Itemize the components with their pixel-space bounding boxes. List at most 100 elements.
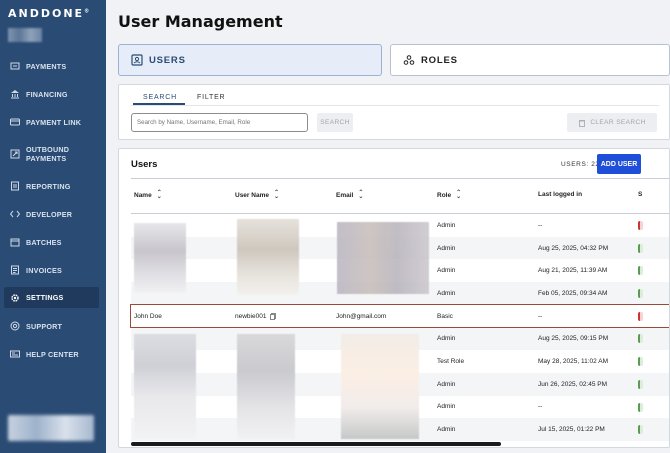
divider (131, 105, 659, 106)
sidebar-nav: PAYMENTS FINANCING PAYMENT LINK OUTBOUND… (0, 52, 106, 368)
last-logged-cell: Jun 26, 2025, 02:45 PM (538, 380, 608, 388)
redacted-usernames-top (237, 219, 299, 295)
role-cell: Admin (437, 380, 456, 388)
status-badge (638, 425, 643, 435)
sidebar-item-outbound-payments[interactable]: OUTBOUND PAYMENTS (0, 136, 106, 172)
tab-filter[interactable]: FILTER (197, 94, 225, 101)
sidebar-item-payments[interactable]: PAYMENTS (0, 52, 106, 80)
users-panel: Users USERS: 22 ADD USER Name ⌃ ⌄ User Nam… (118, 148, 670, 448)
sidebar-item-batches[interactable]: BATCHES (0, 228, 106, 256)
redacted-emails-top (337, 222, 429, 294)
status-badge (638, 379, 643, 389)
clear-search-button[interactable]: CLEAR SEARCH (567, 113, 657, 132)
sidebar-item-label: PAYMENTS (26, 61, 67, 71)
gear-icon (10, 293, 20, 303)
sort-icon[interactable]: ⌃ ⌄ (358, 190, 363, 200)
bank-icon (10, 89, 20, 99)
sidebar-item-payment-link[interactable]: PAYMENT LINK (0, 108, 106, 136)
sort-icon[interactable]: ⌃ ⌄ (274, 190, 279, 200)
payments-icon (10, 61, 20, 71)
batches-icon (10, 237, 20, 247)
role-cell: Admin (437, 426, 456, 434)
add-user-button[interactable]: ADD USER (597, 154, 641, 174)
redacted-emails-bottom (341, 334, 419, 439)
sidebar-item-support[interactable]: SUPPORT (0, 312, 106, 340)
search-button[interactable]: SEARCH (317, 113, 353, 132)
card-icon (10, 117, 20, 127)
last-logged-cell: Jul 15, 2025, 01:22 PM (538, 426, 605, 434)
last-logged-cell: Feb 05, 2025, 09:34 AM (538, 289, 608, 297)
sidebar-item-reporting[interactable]: REPORTING (0, 172, 106, 200)
last-logged-cell: -- (538, 312, 543, 320)
role-cell: Admin (437, 335, 456, 343)
column-header-username[interactable]: User Name ⌃ ⌄ (235, 190, 279, 200)
sidebar-item-help-center[interactable]: HELP CENTER (0, 340, 106, 368)
redacted-names-top (134, 223, 186, 293)
column-header-email[interactable]: Email ⌃ ⌄ (336, 190, 363, 200)
column-header-role[interactable]: Role ⌃ ⌄ (437, 190, 461, 200)
code-icon (10, 209, 20, 219)
username-cell: newbie001 (235, 305, 277, 328)
sidebar-item-label: SETTINGS (26, 293, 64, 302)
last-logged-cell: -- (538, 221, 543, 229)
status-badge (638, 334, 643, 344)
sidebar-item-label: REPORTING (26, 181, 71, 191)
roles-icon (403, 54, 415, 66)
sidebar-item-label: DEVELOPER (26, 209, 73, 219)
users-count: USERS: 22 (561, 161, 600, 168)
sidebar: ANDDONE® PAYMENTS FINANCING PAYMENT LINK… (0, 0, 106, 453)
sort-icon[interactable]: ⌃ ⌄ (157, 190, 162, 200)
role-cell: Basic (437, 312, 453, 320)
clear-search-label: CLEAR SEARCH (590, 119, 646, 126)
sidebar-item-financing[interactable]: FINANCING (0, 80, 106, 108)
sidebar-item-invoices[interactable]: INVOICES (0, 256, 106, 284)
user-badge-icon (131, 54, 143, 66)
search-input[interactable] (131, 113, 308, 132)
column-header-last-logged-in: Last logged in (538, 191, 583, 198)
sidebar-item-developer[interactable]: DEVELOPER (0, 200, 106, 228)
invoice-icon (10, 265, 20, 275)
redacted-names-bottom (134, 334, 196, 439)
users-title: Users (131, 159, 158, 170)
sidebar-item-label: PAYMENT LINK (26, 117, 82, 127)
last-logged-cell: Aug 25, 2025, 04:32 PM (538, 244, 609, 252)
sidebar-item-label: SUPPORT (26, 321, 63, 331)
sidebar-item-label: INVOICES (26, 265, 62, 275)
sidebar-item-label: FINANCING (26, 89, 68, 99)
brand-logo[interactable]: ANDDONE® (8, 7, 91, 20)
page-title: User Management (118, 12, 283, 31)
sidebar-item-settings[interactable]: SETTINGS (4, 287, 99, 308)
main-content: User Management USERS ROLES SEARCH FILTE… (106, 0, 670, 453)
outbound-icon (10, 149, 20, 159)
status-badge (638, 311, 643, 321)
sidebar-item-label: OUTBOUND PAYMENTS (26, 145, 70, 163)
tab-roles-label: ROLES (421, 54, 458, 66)
status-badge (638, 243, 643, 253)
role-cell: Admin (437, 289, 456, 297)
user-profile-redacted[interactable] (8, 415, 94, 441)
last-logged-cell: -- (538, 403, 543, 411)
column-header-name[interactable]: Name ⌃ ⌄ (134, 190, 162, 200)
table-row-highlighted[interactable]: John Doe newbie001 John@gmail.com Basic … (130, 303, 669, 329)
report-icon (10, 181, 20, 191)
column-header-status: S (638, 191, 643, 198)
last-logged-cell: Aug 25, 2025, 09:15 PM (538, 335, 609, 343)
tab-users[interactable]: USERS (118, 44, 382, 76)
name-cell: John Doe (134, 312, 162, 320)
search-panel: SEARCH FILTER SEARCH CLEAR SEARCH (118, 84, 670, 140)
trash-icon (578, 119, 586, 127)
org-name-redacted (8, 28, 42, 42)
sidebar-item-label: BATCHES (26, 237, 62, 247)
copy-icon[interactable] (270, 312, 277, 320)
tab-roles[interactable]: ROLES (390, 44, 670, 76)
email-cell: John@gmail.com (336, 312, 387, 320)
last-logged-cell: May 28, 2025, 11:02 AM (538, 357, 608, 365)
horizontal-scrollbar[interactable] (131, 442, 501, 446)
tab-search[interactable]: SEARCH (143, 94, 177, 101)
sort-icon[interactable]: ⌃ ⌄ (456, 190, 461, 200)
status-badge (638, 402, 643, 412)
help-icon (10, 349, 20, 359)
role-cell: Admin (437, 244, 456, 252)
role-cell: Admin (437, 267, 456, 275)
role-cell: Test Role (437, 357, 465, 365)
